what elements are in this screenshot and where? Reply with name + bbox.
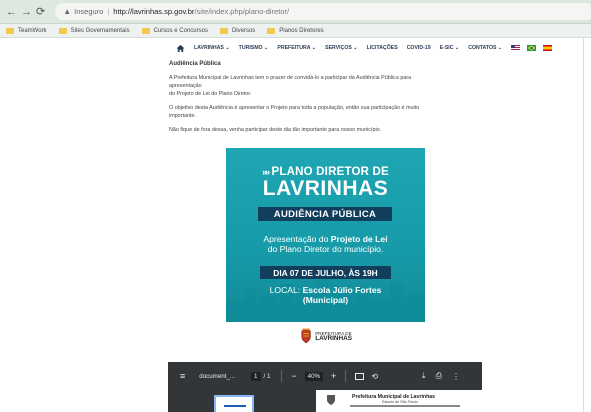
- folder-icon: [6, 27, 14, 34]
- thumbnail-header-bar: [224, 405, 246, 407]
- poster-badge-audiencia: AUDIÊNCIA PÚBLICA: [258, 207, 392, 221]
- poster-location-line1: LOCAL: Escola Júlio Fortes: [226, 285, 425, 295]
- prefeitura-logo: PREFEITURA DE LAVRINHAS: [300, 326, 352, 346]
- paragraph-closing: Não fique de fora dessa, venha participa…: [169, 127, 382, 133]
- poster-title-line2: LAVRINHAS: [262, 177, 389, 200]
- reload-icon[interactable]: ⟳: [36, 5, 45, 19]
- page-heading: Audiência Pública: [169, 61, 221, 67]
- document-crest-icon: [327, 395, 335, 405]
- folder-icon: [58, 27, 67, 34]
- folder-icon: [267, 27, 276, 34]
- nav-item-e-sic[interactable]: E-SIC ⌄: [440, 45, 460, 51]
- paragraph-invite: A Prefeitura Municipal de Lavrinhas tem …: [169, 75, 412, 81]
- bookmark-cursos-e-concursos[interactable]: Cursos e Concursos: [141, 27, 208, 34]
- zoom-in-icon[interactable]: +: [331, 371, 336, 381]
- insecure-label: Inseguro: [74, 7, 104, 16]
- folder-icon: [219, 27, 228, 34]
- url-separator: |: [107, 7, 110, 16]
- poster-subtitle-line1: Apresentação do Projeto de Lei: [226, 234, 425, 244]
- menu-icon[interactable]: ≡: [180, 371, 185, 381]
- pdf-page-thumbnail[interactable]: [214, 395, 254, 412]
- toolbar-divider: [281, 370, 283, 382]
- pdf-page-input[interactable]: 1: [251, 371, 261, 381]
- nav-item-turismo[interactable]: TURISMO ⌄: [239, 45, 269, 51]
- bookmark-sites-governamentais[interactable]: Sites Governamentais: [58, 27, 130, 34]
- spain-flag-icon[interactable]: [543, 45, 553, 51]
- pdf-page-preview: Prefeitura Municipal de Lavrinhas Estado…: [316, 390, 482, 412]
- plano-diretor-poster: »» PLANO DIRETOR DE LAVRINHAS AUDIÊNCIA …: [226, 148, 425, 322]
- poster-date-badge: DIA 07 DE JULHO, ÀS 19H: [260, 266, 391, 279]
- more-options-icon[interactable]: ⋮: [452, 372, 460, 381]
- url-path: /site/index.php/plano-diretor/: [194, 7, 290, 16]
- bookmark-label: Diversos: [231, 27, 256, 34]
- poster-location-name: Escola Júlio Fortes: [302, 285, 382, 295]
- print-icon[interactable]: ⎙: [436, 371, 442, 381]
- bookmark-diversos[interactable]: Diversos: [219, 27, 256, 34]
- browser-address-bar: ← → ⟳ ▲ Inseguro | http://lavrinhas.sp.g…: [0, 0, 591, 24]
- nav-item-lavrinhas[interactable]: LAVRINHAS ⌄: [194, 45, 230, 51]
- pdf-zoom-input[interactable]: 40%: [304, 371, 324, 381]
- paragraph-objective-cont: importante.: [169, 113, 196, 119]
- us-flag-icon[interactable]: [511, 45, 521, 51]
- poster-subtitle-bold: Projeto de Lei: [330, 234, 388, 244]
- nav-item-servicos[interactable]: SERVIÇOS ⌄: [325, 45, 358, 51]
- fit-page-icon[interactable]: [355, 372, 365, 380]
- brazil-flag-icon[interactable]: [527, 45, 537, 51]
- bookmarks-bar: TeamWork Sites Governamentais Cursos e C…: [0, 24, 591, 38]
- poster-location-line2: (Municipal): [302, 295, 349, 305]
- download-icon[interactable]: ⤓: [422, 371, 426, 381]
- nav-item-prefeitura[interactable]: PREFEITURA ⌄: [277, 45, 316, 51]
- pdf-viewer: ≡ document_... 1 / 1 − 40% + ⟲ ⤓ ⎙ ⋮ Pre…: [168, 362, 482, 412]
- nav-item-covid-19[interactable]: COVID-19: [407, 45, 431, 51]
- rotate-icon[interactable]: ⟲: [371, 372, 378, 381]
- poster-subtitle-line2: do Plano Diretor do município.: [267, 244, 384, 254]
- bookmark-planos-diretores[interactable]: Planos Diretores: [267, 27, 324, 34]
- logo-big-text: LAVRINHAS: [315, 335, 352, 342]
- bookmark-label: Sites Governamentais: [70, 27, 130, 34]
- pdf-doc-address-line: [350, 405, 460, 407]
- chevron-right-icon: »»: [262, 167, 270, 177]
- zoom-out-icon[interactable]: −: [291, 371, 296, 381]
- bookmark-teamwork[interactable]: TeamWork: [6, 27, 47, 34]
- nav-item-licitacoes[interactable]: LICITAÇÕES: [367, 45, 398, 51]
- pdf-doc-subtitle: Estado de São Paulo: [382, 400, 418, 404]
- logo-text: PREFEITURA DE LAVRINHAS: [315, 331, 352, 342]
- poster-subtitle-pre: Apresentação do: [263, 234, 331, 244]
- paragraph-invite-cont2: do Projeto de Lei do Plano Diretor.: [169, 91, 252, 97]
- bookmark-label: Cursos e Concursos: [153, 27, 208, 34]
- paragraph-objective: O objetivo desta Audiência é apresentar …: [169, 105, 420, 111]
- pdf-page-total: / 1: [263, 372, 271, 380]
- back-arrow-icon[interactable]: ←: [6, 5, 17, 19]
- forward-arrow-icon[interactable]: →: [21, 5, 32, 19]
- warning-triangle-icon: ▲: [63, 7, 72, 16]
- site-navigation: LAVRINHAS ⌄ TURISMO ⌄ PREFEITURA ⌄ SERVI…: [0, 38, 591, 58]
- nav-item-contatos[interactable]: CONTATOS ⌄: [468, 45, 502, 51]
- coat-of-arms-icon: [301, 328, 311, 344]
- toolbar-divider: [345, 370, 347, 382]
- folder-icon: [141, 27, 150, 34]
- pdf-toolbar: ≡ document_... 1 / 1 − 40% + ⟲ ⤓ ⎙ ⋮: [168, 362, 482, 390]
- bookmark-label: TeamWork: [18, 27, 47, 34]
- bookmark-label: Planos Diretores: [279, 27, 324, 34]
- url-host: http://lavrinhas.sp.gov.br: [113, 7, 195, 16]
- poster-location-label: LOCAL:: [269, 285, 303, 295]
- home-icon[interactable]: [176, 44, 185, 53]
- page-edge-divider: [583, 38, 584, 412]
- pdf-document-title: document_...: [199, 372, 236, 380]
- url-field[interactable]: ▲ Inseguro | http://lavrinhas.sp.gov.br /…: [55, 3, 591, 20]
